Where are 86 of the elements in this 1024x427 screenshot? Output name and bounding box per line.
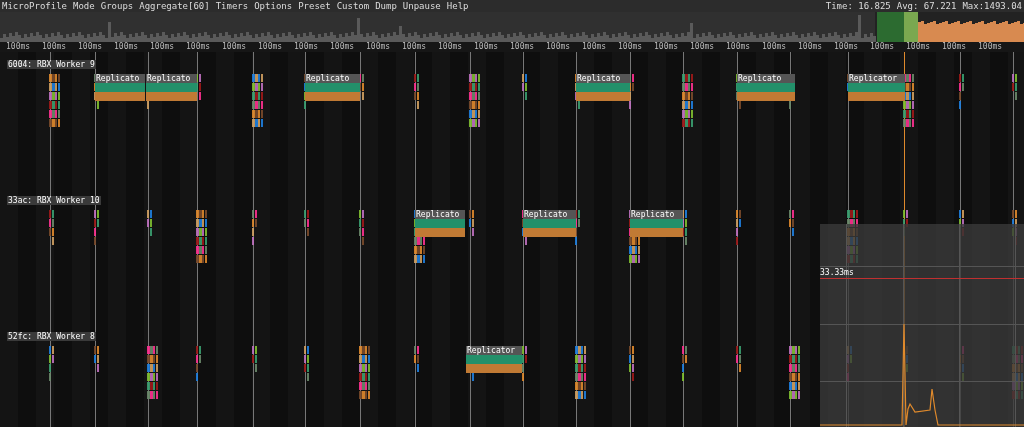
timer-name: Replicato — [415, 210, 465, 219]
thread-label: 52fc: RBX Worker 8 — [7, 332, 96, 341]
timer-name: Replicato — [95, 74, 145, 83]
ruler-label: 100ms — [221, 42, 248, 52]
ruler-label: 100ms — [41, 42, 68, 52]
ruler-label: 100ms — [293, 42, 320, 52]
menu-item[interactable]: Mode — [73, 1, 95, 11]
menu-item[interactable]: Timers — [215, 1, 249, 11]
ruler-label: 100ms — [725, 42, 752, 52]
ruler-label: 100ms — [473, 42, 500, 52]
menu-item[interactable]: Dump — [375, 1, 397, 11]
timer-block[interactable]: Replicato — [305, 74, 360, 101]
child-timer-bar — [737, 92, 795, 101]
thread-label: 33ac: RBX Worker 10 — [7, 196, 101, 205]
frame-stat: Max:1493.04 — [962, 1, 1022, 11]
child-timer-bar — [630, 219, 683, 228]
child-timer-bar — [630, 228, 683, 237]
timer-block[interactable]: Replicator — [848, 74, 905, 101]
ruler-label: 100ms — [509, 42, 536, 52]
menu-item[interactable]: Help — [446, 1, 469, 11]
ruler-label: 100ms — [653, 42, 680, 52]
ruler-label: 100ms — [977, 42, 1004, 52]
child-timer-bar — [523, 228, 576, 237]
ruler-label: 100ms — [941, 42, 968, 52]
child-timer-bar — [848, 83, 905, 92]
child-timer-bar — [95, 83, 145, 92]
child-timer-bar — [466, 364, 522, 373]
timer-block[interactable]: Replicato — [95, 74, 145, 101]
child-timer-bar — [95, 92, 145, 101]
child-timer-bar — [415, 219, 465, 228]
child-timer-bar — [305, 83, 360, 92]
frame-stat: Avg: 67.221 — [896, 1, 957, 11]
timer-name: Replicato — [737, 74, 795, 83]
timer-block[interactable]: Replicato — [737, 74, 795, 101]
menu-item[interactable]: Options — [254, 1, 293, 11]
ruler-label: 100ms — [545, 42, 572, 52]
ruler-label: 100ms — [329, 42, 356, 52]
timer-block[interactable]: Replicato — [523, 210, 576, 237]
menu-item[interactable]: Unpause — [402, 1, 441, 11]
thread-label: 6004: RBX Worker 9 — [7, 60, 96, 69]
ruler-label: 100ms — [761, 42, 788, 52]
child-timer-bar — [848, 92, 905, 101]
ruler-label: 100ms — [77, 42, 104, 52]
timer-block[interactable]: Replicato — [415, 210, 465, 237]
child-timer-bar — [415, 228, 465, 237]
timer-block[interactable]: Replicator — [466, 346, 522, 373]
ruler-label: 100ms — [617, 42, 644, 52]
frame-stat: Time: 16.825 — [825, 1, 891, 11]
ruler-label: 100ms — [5, 42, 32, 52]
timer-block[interactable]: Replicato — [630, 210, 683, 237]
ruler-label: 100ms — [689, 42, 716, 52]
ruler-label: 100ms — [833, 42, 860, 52]
ruler-label: 100ms — [113, 42, 140, 52]
ruler-label: 100ms — [905, 42, 932, 52]
ruler-label: 100ms — [185, 42, 212, 52]
ruler-label: 100ms — [581, 42, 608, 52]
timer-block[interactable]: Replicato — [576, 74, 630, 101]
timer-block[interactable]: Replicato — [146, 74, 197, 101]
child-timer-bar — [305, 92, 360, 101]
child-timer-bar — [523, 219, 576, 228]
ruler-label: 100ms — [869, 42, 896, 52]
menu-item[interactable]: MicroProfile — [2, 1, 68, 11]
menu-item[interactable]: Custom — [336, 1, 370, 11]
child-timer-bar — [466, 355, 522, 364]
ruler-label: 100ms — [257, 42, 284, 52]
menu-item[interactable]: Aggregate[60] — [139, 1, 210, 11]
ruler-label: 100ms — [797, 42, 824, 52]
ruler-label: 100ms — [365, 42, 392, 52]
threshold-label: 33.33ms — [820, 268, 854, 277]
menu-item[interactable]: Groups — [100, 1, 134, 11]
ruler-label: 100ms — [401, 42, 428, 52]
timer-name: Replicato — [146, 74, 197, 83]
timer-name: Replicato — [576, 74, 630, 83]
child-timer-bar — [146, 92, 197, 101]
menu-item[interactable]: Preset — [298, 1, 331, 11]
timer-name: Replicato — [523, 210, 576, 219]
ruler-label: 100ms — [149, 42, 176, 52]
timer-name: Replicato — [630, 210, 683, 219]
timer-name: Replicator — [466, 346, 522, 355]
child-timer-bar — [146, 83, 197, 92]
child-timer-bar — [576, 83, 630, 92]
ruler-label: 100ms — [437, 42, 464, 52]
timer-name: Replicato — [305, 74, 360, 83]
child-timer-bar — [737, 83, 795, 92]
timer-name: Replicator — [848, 74, 905, 83]
child-timer-bar — [576, 92, 630, 101]
